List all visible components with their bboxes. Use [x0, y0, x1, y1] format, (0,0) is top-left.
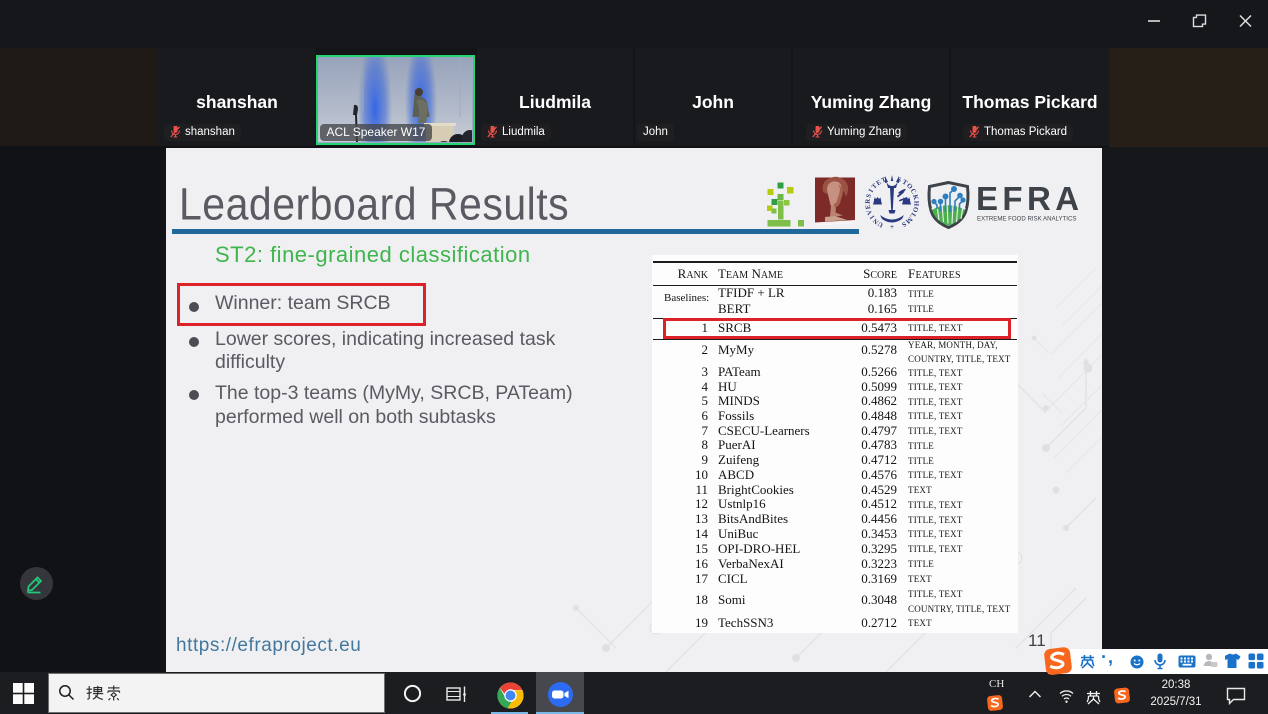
svg-text:+: + [890, 222, 894, 231]
svg-text:EXTREME FOOD RISK ANALYTICS: EXTREME FOOD RISK ANALYTICS [977, 215, 1076, 222]
svg-text:EFRA: EFRA [976, 180, 1083, 217]
